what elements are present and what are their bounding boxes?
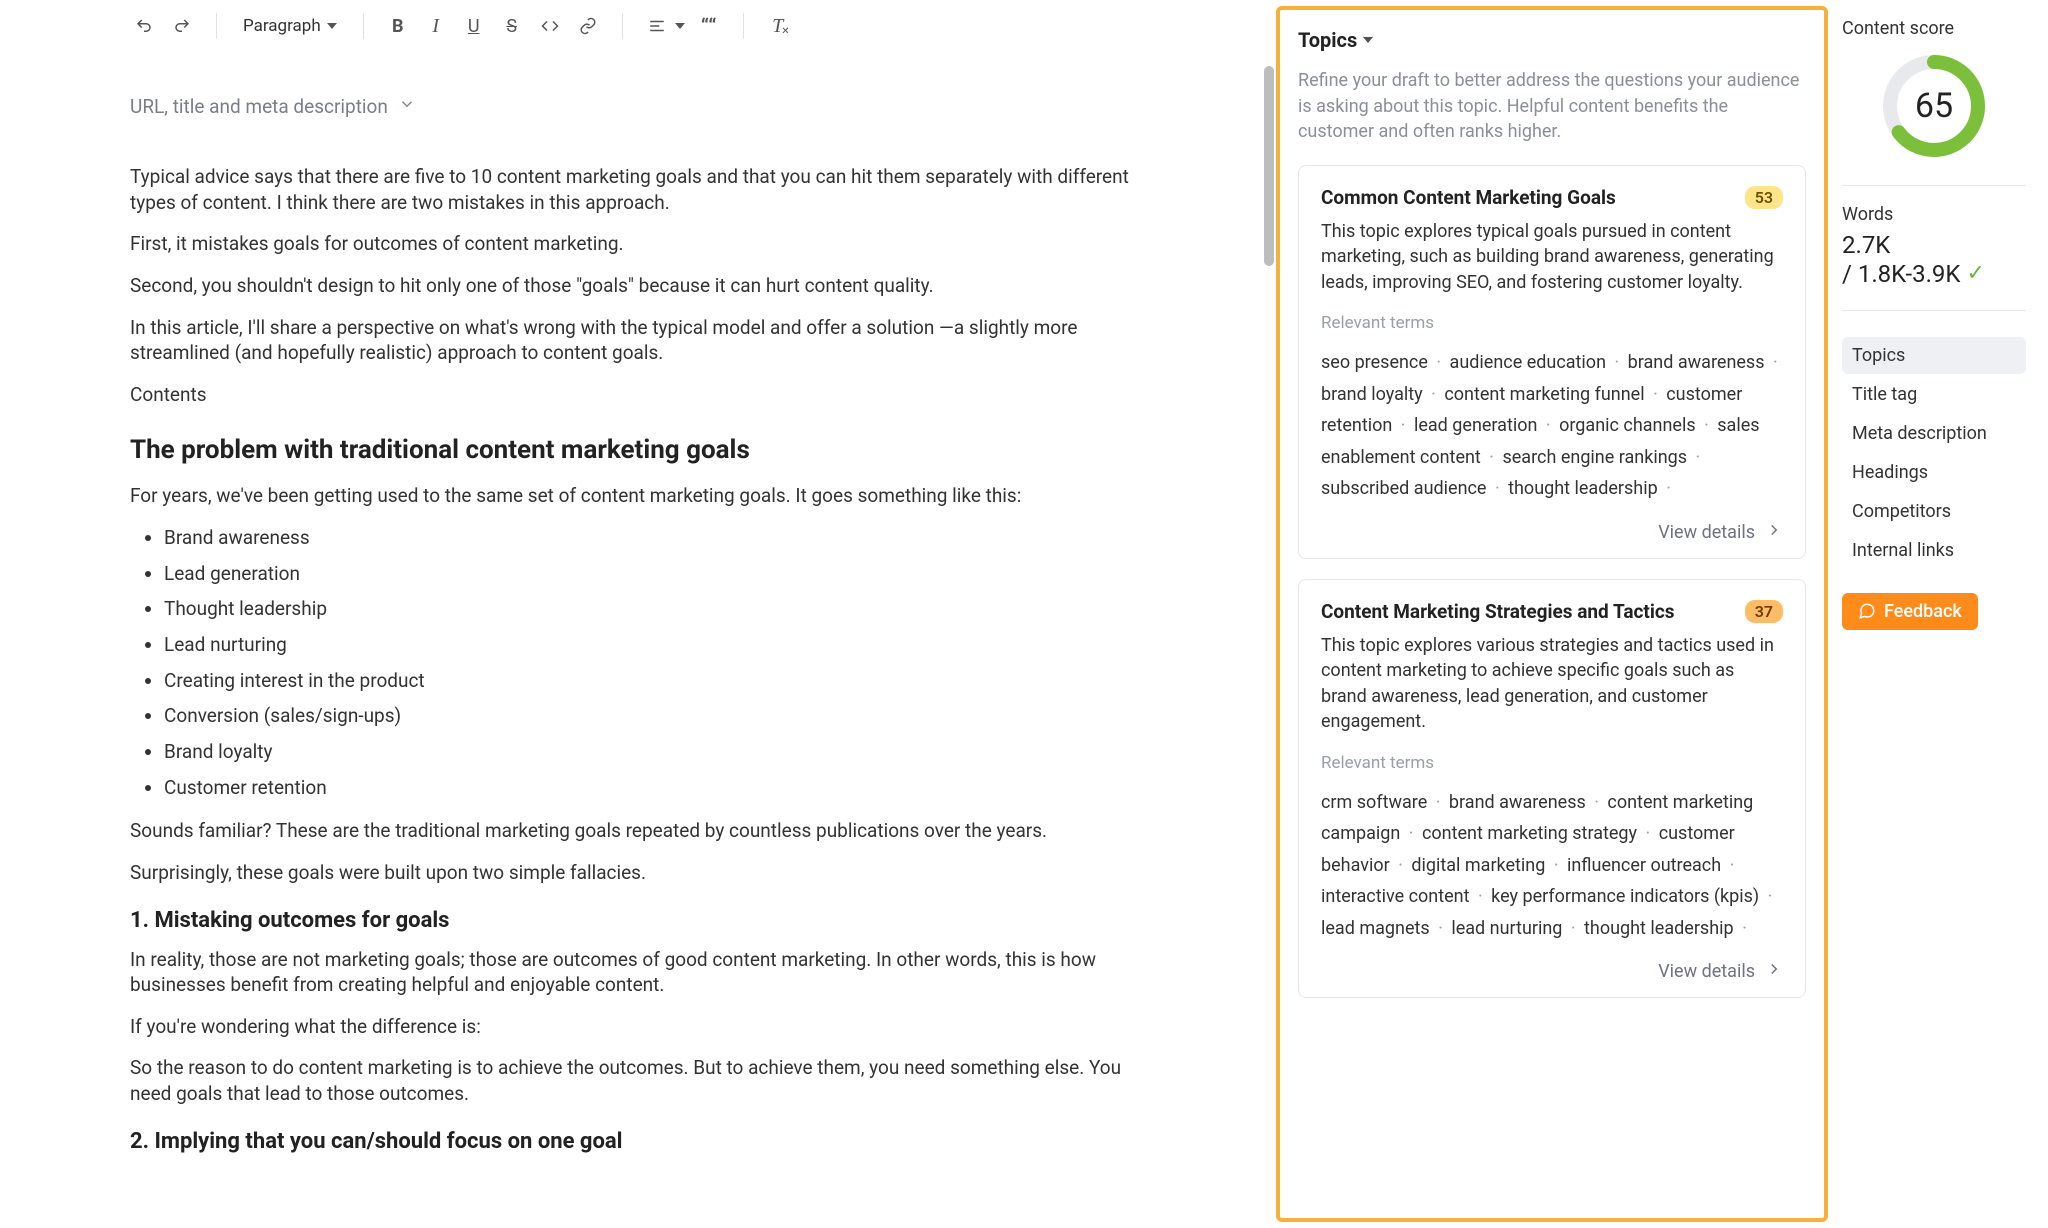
nav-item-competitors[interactable]: Competitors [1842,493,2026,530]
topic-card: Content Marketing Strategies and Tactics… [1298,579,1806,999]
paragraph[interactable]: First, it mistakes goals for outcomes of… [130,231,1146,257]
italic-button[interactable]: I [422,12,450,40]
list-item[interactable]: Lead generation [164,561,1146,587]
chevron-right-icon [1765,521,1783,544]
editor-scrollbar[interactable] [1260,66,1276,1228]
topic-score-badge: 53 [1745,186,1783,209]
view-details-label: View details [1658,522,1755,543]
words-value: 2.7K [1842,231,2026,260]
paragraph[interactable]: So the reason to do content marketing is… [130,1055,1146,1106]
relevant-terms-label: Relevant terms [1321,313,1783,333]
toolbar-separator [622,13,623,39]
paragraph[interactable]: For years, we've been getting used to th… [130,483,1146,509]
list-item[interactable]: Conversion (sales/sign-ups) [164,703,1146,729]
meta-toggle-label: URL, title and meta description [130,95,388,118]
paragraph[interactable]: If you're wondering what the difference … [130,1014,1146,1040]
paragraph-style-select[interactable]: Paragraph [237,12,343,40]
chevron-right-icon [1765,960,1783,983]
caret-down-icon [327,23,337,29]
topic-title: Common Content Marketing Goals [1321,186,1616,209]
bold-button[interactable]: B [384,12,412,40]
paragraph[interactable]: Typical advice says that there are five … [130,164,1146,215]
meta-toggle[interactable]: URL, title and meta description [130,95,416,118]
toolbar-separator [743,13,744,39]
paragraph-style-label: Paragraph [243,16,321,36]
toolbar-separator [363,13,364,39]
scrollbar-thumb[interactable] [1264,66,1274,266]
toolbar-separator [216,13,217,39]
paragraph[interactable]: Second, you shouldn't design to hit only… [130,273,1146,299]
quote-button[interactable]: ““ [695,12,723,40]
editor-toolbar: Paragraph B I U S ““ T✕ [0,0,1276,55]
paragraph[interactable]: In reality, those are not marketing goal… [130,947,1146,998]
heading-3[interactable]: 1. Mistaking outcomes for goals [130,908,1146,933]
paragraph[interactable]: In this article, I'll share a perspectiv… [130,315,1146,366]
undo-button[interactable] [130,12,158,40]
clear-formatting-button[interactable]: T✕ [764,12,792,40]
list-item[interactable]: Brand loyalty [164,739,1146,765]
list-item[interactable]: Brand awareness [164,525,1146,551]
list-item[interactable]: Lead nurturing [164,632,1146,658]
divider [1842,185,2026,186]
redo-button[interactable] [168,12,196,40]
topics-panel: Topics Refine your draft to better addre… [1276,6,1828,1222]
topic-title: Content Marketing Strategies and Tactics [1321,600,1675,623]
underline-button[interactable]: U [460,12,488,40]
content-score-gauge: 65 [1879,51,1989,161]
words-range-text: / 1.8K-3.9K [1842,260,1960,288]
view-details-label: View details [1658,961,1755,982]
heading-2[interactable]: The problem with traditional content mar… [130,435,1146,465]
feedback-label: Feedback [1884,601,1962,622]
words-range: / 1.8K-3.9K ✓ [1842,260,2026,288]
paragraph[interactable]: Surprisingly, these goals were built upo… [130,860,1146,886]
nav-item-title-tag[interactable]: Title tag [1842,376,2026,413]
topics-description: Refine your draft to better address the … [1298,68,1806,145]
caret-down-icon [675,23,685,29]
topic-card: Common Content Marketing Goals 53 This t… [1298,165,1806,559]
feedback-button[interactable]: Feedback [1842,593,1978,630]
topic-description: This topic explores various strategies a… [1321,633,1783,735]
nav-item-meta-description[interactable]: Meta description [1842,415,2026,452]
paragraph[interactable]: Sounds familiar? These are the tradition… [130,818,1146,844]
content-score-value: 65 [1879,51,1989,161]
nav-item-headings[interactable]: Headings [1842,454,2026,491]
view-details-button[interactable]: View details [1321,954,1783,983]
list-item[interactable]: Customer retention [164,775,1146,801]
score-rail: Content score 65 Words 2.7K / 1.8K-3.9K … [1828,0,2048,1228]
chat-icon [1858,602,1876,620]
code-button[interactable] [536,12,564,40]
divider [1842,310,2026,311]
check-icon: ✓ [1966,261,1984,286]
editor-column: Paragraph B I U S ““ T✕ [0,0,1276,1228]
editor-body[interactable]: URL, title and meta description Typical … [0,55,1276,1208]
relevant-terms-label: Relevant terms [1321,753,1783,773]
content-score-label: Content score [1842,18,2026,39]
list-item[interactable]: Thought leadership [164,596,1146,622]
view-details-button[interactable]: View details [1321,515,1783,544]
caret-down-icon [1363,37,1373,43]
link-button[interactable] [574,12,602,40]
bullet-list[interactable]: Brand awareness Lead generation Thought … [130,525,1146,800]
chevron-down-icon [398,95,416,118]
topic-description: This topic explores typical goals pursue… [1321,219,1783,296]
list-item[interactable]: Creating interest in the product [164,668,1146,694]
relevant-terms: crm software · brand awareness · content… [1321,787,1783,945]
toc-label[interactable]: Contents [130,382,1146,408]
topics-header[interactable]: Topics [1298,28,1806,52]
align-button[interactable] [643,12,671,40]
nav-item-internal-links[interactable]: Internal links [1842,532,2026,569]
relevant-terms: seo presence · audience education · bran… [1321,347,1783,505]
words-label: Words [1842,204,2026,225]
topics-header-label: Topics [1298,28,1357,52]
score-nav: Topics Title tag Meta description Headin… [1842,337,2026,569]
topic-score-badge: 37 [1745,600,1783,623]
strikethrough-button[interactable]: S [498,12,526,40]
heading-3[interactable]: 2. Implying that you can/should focus on… [130,1129,1146,1154]
nav-item-topics[interactable]: Topics [1842,337,2026,374]
